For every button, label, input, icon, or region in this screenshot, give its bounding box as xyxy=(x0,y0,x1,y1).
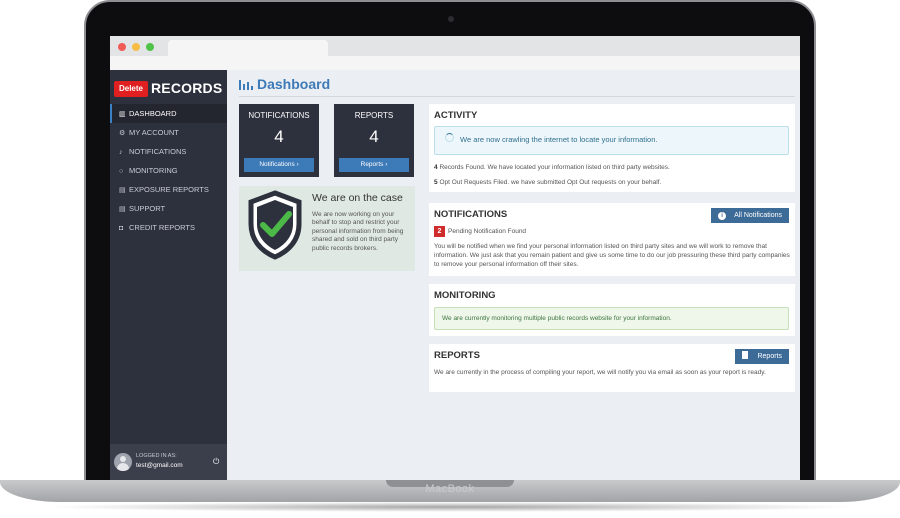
minimize-window-button[interactable] xyxy=(132,43,140,51)
page-title: Dashboard xyxy=(239,76,330,92)
bar-chart-icon: ▥ xyxy=(119,111,126,118)
sidebar-item-label: CREDIT REPORTS xyxy=(129,223,195,232)
sidebar-footer: LOGGED IN AS: test@gmail.com ⏻ xyxy=(110,444,227,480)
notifications-title: NOTIFICATIONS xyxy=(434,209,508,220)
records-found-text: Records Found. We have located your info… xyxy=(439,164,670,171)
logged-in-email: test@gmail.com xyxy=(136,462,183,469)
screen: Delete RECORDS ▥ DASHBOARD ⚙ MY ACCOUNT ♪ N… xyxy=(110,36,800,480)
sidebar-item-label: MY ACCOUNT xyxy=(129,128,179,137)
camera-icon xyxy=(448,16,454,22)
document-icon: ▤ xyxy=(119,206,126,213)
notifications-text: You will be notified when we find your p… xyxy=(434,243,790,268)
sidebar-item-label: DASHBOARD xyxy=(129,109,177,118)
shield-check-icon xyxy=(248,190,302,260)
sidebar-nav: ▥ DASHBOARD ⚙ MY ACCOUNT ♪ NOTIFICATIONS ○ M… xyxy=(110,104,227,237)
browser-tab[interactable] xyxy=(168,40,328,56)
reports-panel-button-label: Reports xyxy=(757,353,782,360)
opt-out-count: 5 xyxy=(434,179,438,186)
sidebar-item-exposure-reports[interactable]: ▤ EXPOSURE REPORTS xyxy=(110,180,227,199)
notifications-stat-card: NOTIFICATIONS 4 Notifications › xyxy=(239,104,319,177)
sidebar-item-label: NOTIFICATIONS xyxy=(129,147,187,156)
on-the-case-panel: We are on the case We are now working on… xyxy=(239,186,415,271)
reports-stat-card: REPORTS 4 Reports › xyxy=(334,104,414,177)
monitoring-title: MONITORING xyxy=(434,290,496,301)
sidebar-item-monitoring[interactable]: ○ MONITORING xyxy=(110,161,227,180)
opt-out-line: 5 Opt Out Requests Filed. we have submit… xyxy=(434,179,661,188)
laptop-shadow xyxy=(40,502,860,512)
reports-panel: REPORTS Reports We are currently in the … xyxy=(429,344,795,392)
page-title-text: Dashboard xyxy=(257,76,331,92)
logo-badge: Delete xyxy=(114,81,148,97)
pending-text: Pending Notification Found xyxy=(448,228,527,235)
sidebar-item-label: SUPPORT xyxy=(129,204,166,213)
search-icon: ○ xyxy=(119,168,124,175)
stat-label: NOTIFICATIONS xyxy=(248,111,310,120)
document-icon xyxy=(742,351,749,359)
close-window-button[interactable] xyxy=(118,43,126,51)
spinner-icon xyxy=(445,133,454,142)
opt-out-text: Opt Out Requests Filed. we have submitte… xyxy=(439,179,662,186)
sidebar-item-label: MONITORING xyxy=(129,166,178,175)
logo[interactable]: Delete RECORDS xyxy=(114,78,224,98)
records-found-count: 4 xyxy=(434,164,438,171)
browser-bar xyxy=(110,36,800,70)
sidebar-item-my-account[interactable]: ⚙ MY ACCOUNT xyxy=(110,123,227,142)
bar-chart-icon xyxy=(239,80,253,90)
reports-button[interactable]: Reports › xyxy=(339,158,409,172)
notifications-panel: NOTIFICATIONS i All Notifications 2 Pendi… xyxy=(429,203,795,276)
power-icon[interactable]: ⏻ xyxy=(213,457,219,467)
case-text: We are now working on your behalf to sto… xyxy=(312,211,404,252)
sidebar: Delete RECORDS ▥ DASHBOARD ⚙ MY ACCOUNT ♪ N… xyxy=(110,70,227,480)
records-found-line: 4 Records Found. We have located your in… xyxy=(434,164,670,173)
monitoring-status-text: We are currently monitoring multiple pub… xyxy=(442,315,672,322)
sidebar-item-credit-reports[interactable]: ◘ CREDIT REPORTS xyxy=(110,218,227,237)
sidebar-item-notifications[interactable]: ♪ NOTIFICATIONS xyxy=(110,142,227,161)
reports-text: We are currently in the process of compi… xyxy=(434,369,766,376)
laptop-brand: MacBook xyxy=(425,483,475,495)
all-notifications-button[interactable]: i All Notifications xyxy=(711,208,789,223)
car-icon: ◘ xyxy=(119,225,124,232)
activity-title: ACTIVITY xyxy=(434,110,478,121)
crawling-status-box: We are now crawling the internet to loca… xyxy=(434,126,789,155)
notifications-button[interactable]: Notifications › xyxy=(244,158,314,172)
stat-value: 4 xyxy=(369,127,379,146)
document-icon: ▤ xyxy=(119,187,126,194)
stat-value: 4 xyxy=(274,127,284,146)
maximize-window-button[interactable] xyxy=(146,43,154,51)
case-title: We are on the case xyxy=(312,192,403,204)
reports-title: REPORTS xyxy=(434,350,480,361)
monitoring-status-box: We are currently monitoring multiple pub… xyxy=(434,307,789,330)
crawling-status-text: We are now crawling the internet to loca… xyxy=(460,135,658,144)
sidebar-item-dashboard[interactable]: ▥ DASHBOARD xyxy=(110,104,227,123)
all-notifications-label: All Notifications xyxy=(734,212,782,219)
pending-count-badge: 2 xyxy=(434,226,445,237)
reports-panel-button[interactable]: Reports xyxy=(735,349,789,364)
browser-toolbar xyxy=(110,56,800,70)
logged-in-label: LOGGED IN AS: xyxy=(136,453,177,459)
title-divider xyxy=(239,96,795,97)
monitoring-panel: MONITORING We are currently monitoring m… xyxy=(429,284,795,336)
avatar xyxy=(114,453,132,471)
bell-icon: ♪ xyxy=(119,149,123,156)
stat-label: REPORTS xyxy=(354,111,394,120)
info-icon: i xyxy=(718,212,727,220)
sidebar-item-label: EXPOSURE REPORTS xyxy=(129,185,209,194)
sidebar-item-support[interactable]: ▤ SUPPORT xyxy=(110,199,227,218)
gear-icon: ⚙ xyxy=(119,130,126,137)
activity-panel: ACTIVITY We are now crawling the interne… xyxy=(429,104,795,192)
logo-text: RECORDS xyxy=(151,80,223,96)
